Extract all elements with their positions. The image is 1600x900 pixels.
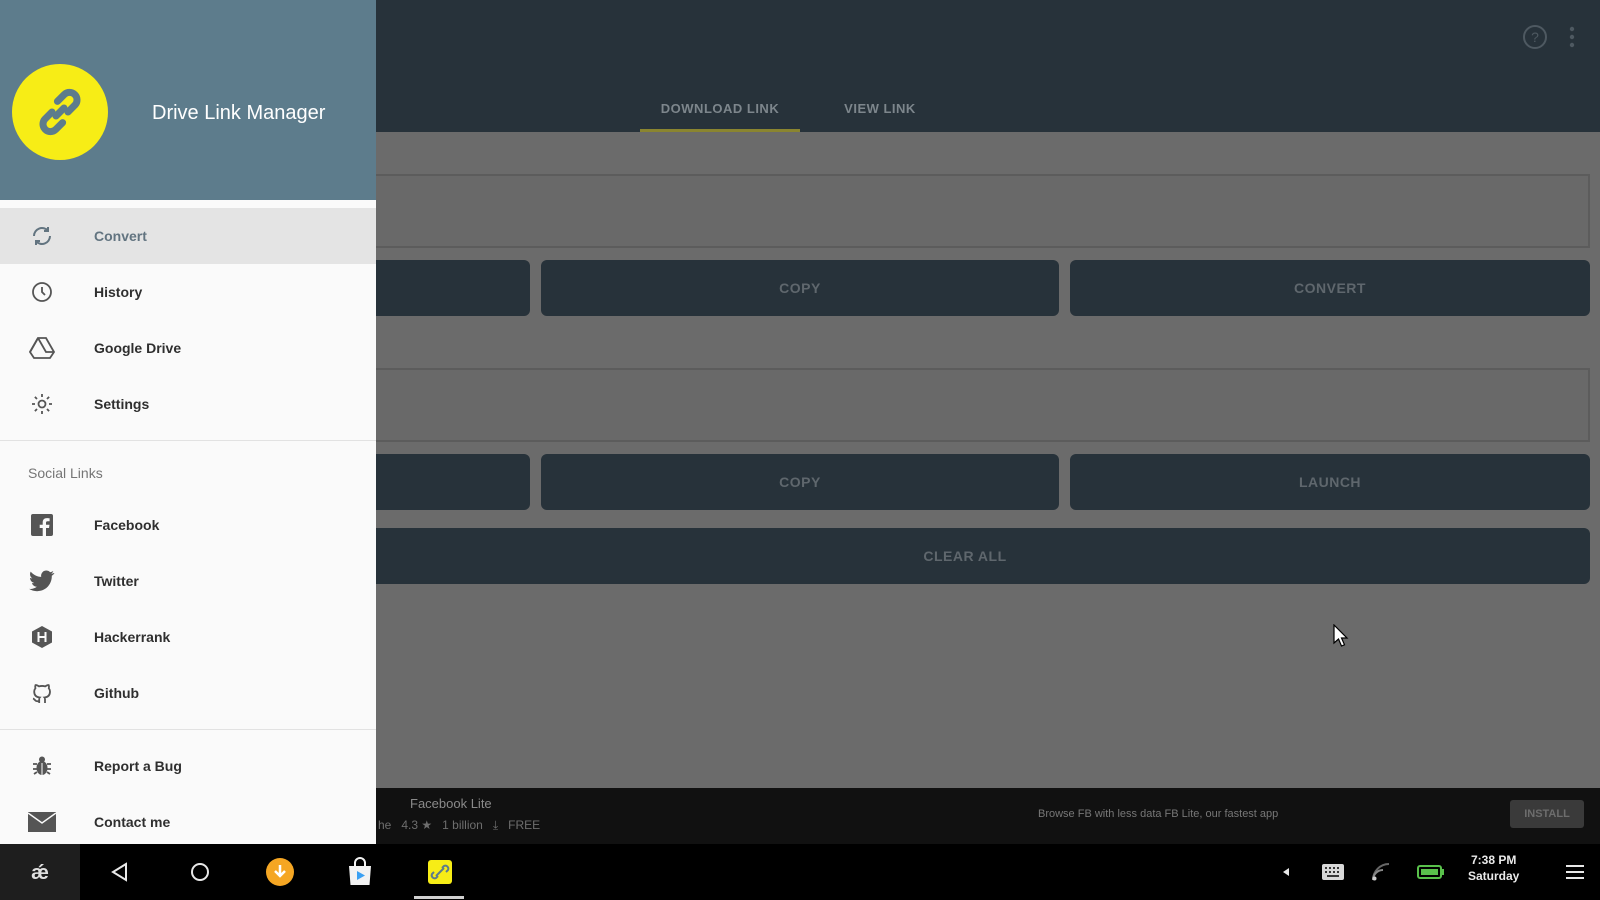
drawer-divider [0,729,376,730]
ad-rating: 4.3 ★ [401,818,433,832]
drawer-item-facebook[interactable]: Facebook [0,497,376,553]
convert-button[interactable]: CONVERT [1070,260,1590,316]
ad-meta-prefix: he [378,818,392,832]
system-taskbar: ǽ 7:38 PM Saturday [0,844,1600,900]
drawer-divider [0,440,376,441]
battery-icon[interactable] [1414,844,1448,900]
drawer-menu: Convert History Google Drive Settings So… [0,208,376,844]
ad-downloads: 1 billion [442,818,483,832]
drawer-item-convert[interactable]: Convert [0,208,376,264]
mail-icon [28,808,56,836]
drawer-item-contact[interactable]: Contact me [0,794,376,844]
wifi-signal-icon[interactable] [1366,844,1396,900]
play-store-icon[interactable] [340,844,380,900]
svg-text:?: ? [1531,29,1539,45]
app-name: Drive Link Manager [152,102,326,124]
ad-download-icon: ⤓ [492,818,499,832]
launcher-logo-icon[interactable]: ǽ [0,844,80,900]
drawer-item-twitter[interactable]: Twitter [0,553,376,609]
ad-title: Facebook Lite [410,796,492,811]
ad-price: FREE [508,818,541,832]
back-nav-icon[interactable] [100,844,140,900]
help-icon[interactable]: ? [1522,24,1548,55]
downloader-app-icon[interactable] [260,844,300,900]
bug-icon [28,752,56,780]
drive-link-manager-app-icon[interactable] [420,844,460,900]
notifications-menu-icon[interactable] [1560,844,1590,900]
drive-link-input[interactable] [340,174,1590,248]
social-links-header: Social Links [28,465,103,481]
app-bar-actions: ? [1522,24,1576,55]
active-app-indicator [414,896,464,899]
drawer-item-label: Report a Bug [94,758,182,774]
google-drive-icon [28,334,56,362]
github-icon [28,679,56,707]
clear-all-button[interactable]: CLEAR ALL [340,528,1590,584]
ad-meta: he 4.3 ★ 1 billion ⤓ FREE [378,818,540,833]
facebook-icon [28,511,56,539]
clock-day: Saturday [1468,869,1520,883]
app-logo-link-icon [12,64,108,160]
drawer-item-google-drive[interactable]: Google Drive [0,320,376,376]
download-link-output[interactable] [340,368,1590,442]
drawer-item-report-bug[interactable]: Report a Bug [0,738,376,794]
drawer-item-hackerrank[interactable]: Hackerrank [0,609,376,665]
ad-install-button[interactable]: INSTALL [1510,800,1584,828]
drawer-item-label: History [94,284,143,300]
drawer-item-label: Contact me [94,814,171,830]
drawer-item-label: Github [94,685,140,701]
tray-expand-icon[interactable] [1276,844,1296,900]
drawer-item-history[interactable]: History [0,264,376,320]
hackerrank-icon [28,623,56,651]
twitter-icon [28,567,56,595]
drawer-item-settings[interactable]: Settings [0,376,376,432]
navigation-drawer: Drive Link Manager Convert History Googl… [0,0,376,844]
drawer-item-github[interactable]: Github [0,665,376,721]
tab-view-link[interactable]: VIEW LINK [800,84,960,132]
drawer-header: Drive Link Manager [0,0,376,200]
copy-button-1[interactable]: COPY [541,260,1059,316]
drawer-item-label: Twitter [94,573,139,589]
refresh-icon [28,222,56,250]
mouse-pointer-icon [1332,623,1350,653]
gear-icon [28,390,56,418]
ad-description: Browse FB with less data FB Lite, our fa… [1038,808,1279,820]
drawer-item-label: Facebook [94,517,160,533]
system-clock[interactable]: 7:38 PM Saturday [1468,852,1519,884]
overflow-menu-icon[interactable] [1568,25,1576,54]
launch-button[interactable]: LAUNCH [1070,454,1590,510]
drawer-item-label: Google Drive [94,340,182,356]
tab-bar: DOWNLOAD LINK VIEW LINK [640,84,960,132]
history-icon [28,278,56,306]
svg-text:ǽ: ǽ [31,862,49,884]
copy-button-2[interactable]: COPY [541,454,1059,510]
drawer-item-label: Hackerrank [94,629,171,645]
home-nav-icon[interactable] [180,844,220,900]
drawer-item-label: Settings [94,396,150,412]
keyboard-icon[interactable] [1318,844,1348,900]
tab-download-link[interactable]: DOWNLOAD LINK [640,84,800,132]
clock-time: 7:38 PM [1471,853,1517,867]
drawer-item-label: Convert [94,228,147,244]
